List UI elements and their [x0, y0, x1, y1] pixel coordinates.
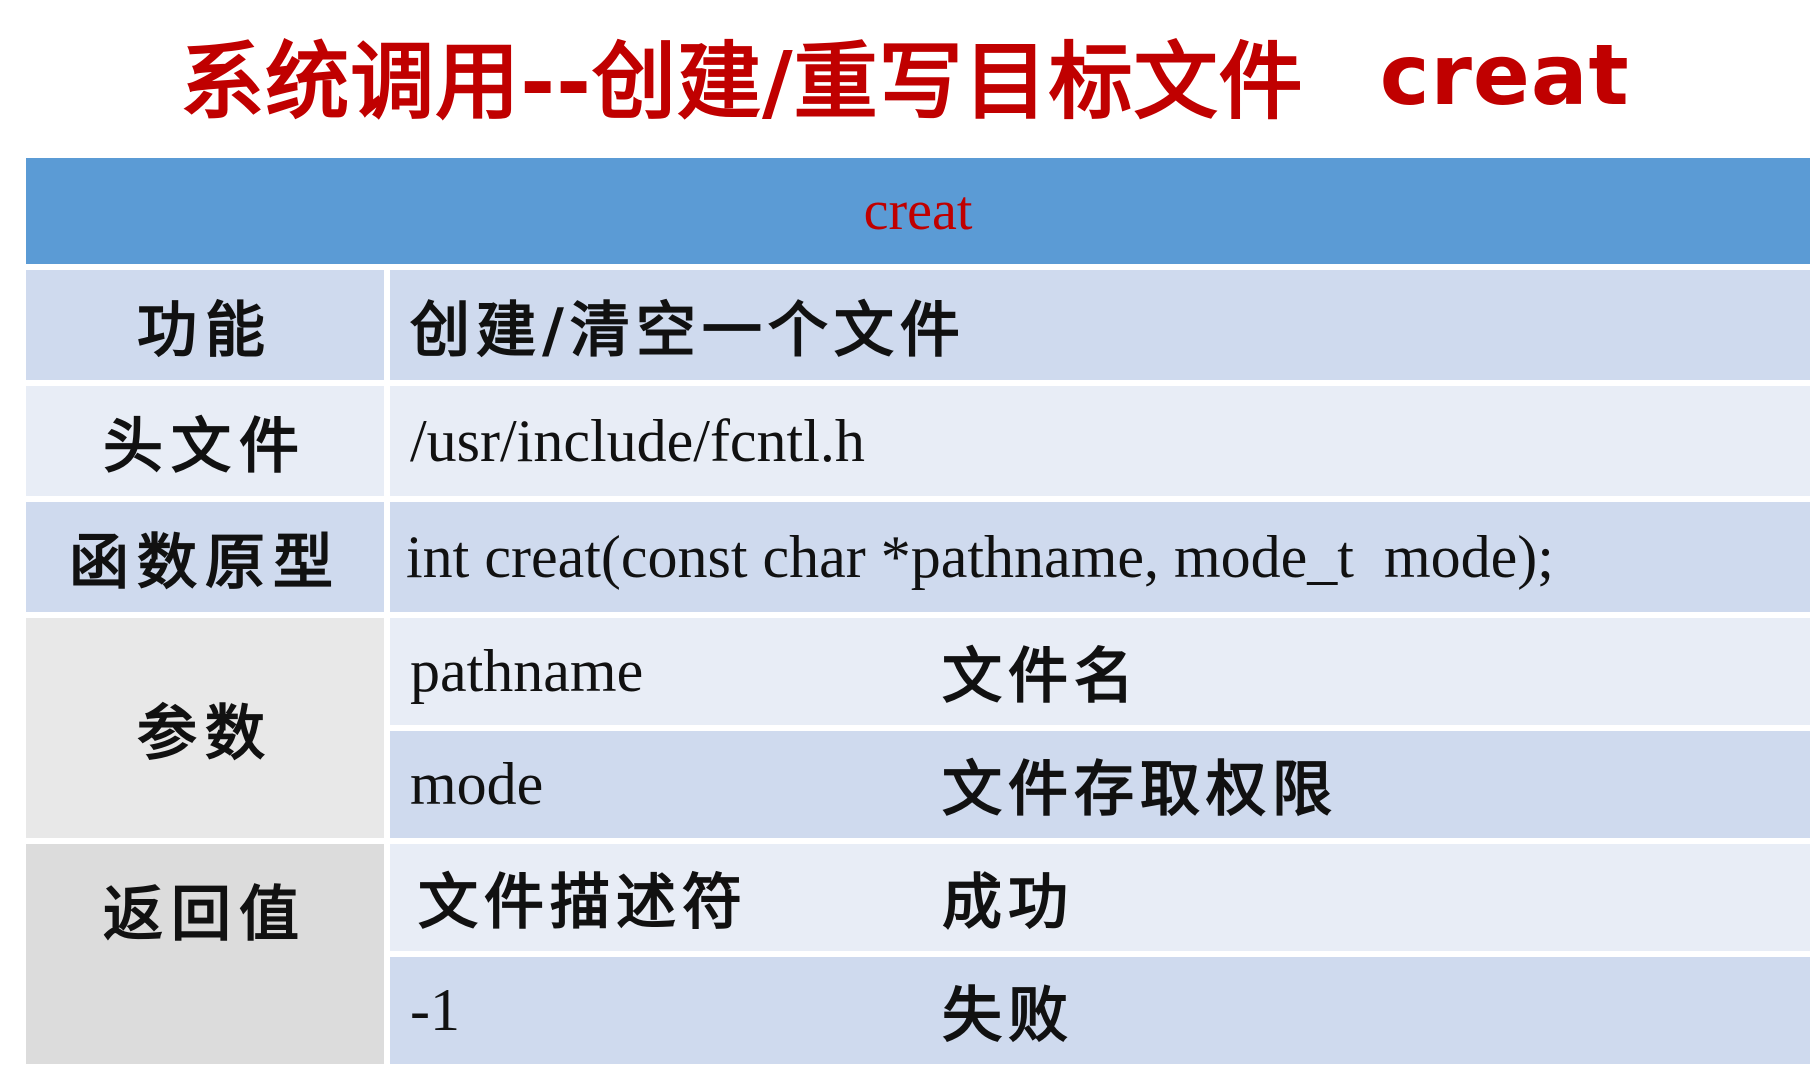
table-row-header-file: 头文件 /usr/include/fcntl.h — [26, 386, 1810, 496]
return-meaning: 成功 — [942, 868, 1074, 938]
return-value: 文件描述符 — [418, 868, 748, 938]
table-header: creat — [26, 158, 1810, 264]
return-value: -1 — [410, 977, 460, 1043]
param-row: pathname 文件名 — [390, 618, 1810, 725]
title-func: creat — [1379, 26, 1630, 124]
title-main: 系统调用--创建/重写目标文件 — [180, 32, 1304, 131]
creat-table: creat 功能 创建/清空一个文件 头文件 /usr/include/fcnt… — [26, 158, 1810, 1064]
param-name: pathname — [410, 638, 644, 704]
returns-group: 返回值 文件描述符 成功 -1 失败 — [26, 844, 1810, 1064]
row-label-function: 功能 — [26, 270, 384, 380]
param-row: mode 文件存取权限 — [390, 731, 1810, 838]
row-value-function: 创建/清空一个文件 — [390, 270, 1810, 380]
row-label-header-file: 头文件 — [26, 386, 384, 496]
row-value-header-file: /usr/include/fcntl.h — [390, 386, 1810, 496]
return-meaning: 失败 — [942, 981, 1074, 1051]
row-value-prototype: int creat(const char *pathname, mode_t m… — [390, 502, 1810, 612]
return-row: 文件描述符 成功 — [390, 844, 1810, 951]
returns-label: 返回值 — [26, 844, 384, 1064]
table-row-function: 功能 创建/清空一个文件 — [26, 270, 1810, 380]
table-row-prototype: 函数原型 int creat(const char *pathname, mod… — [26, 502, 1810, 612]
param-desc: 文件名 — [942, 642, 1140, 712]
row-label-prototype: 函数原型 — [26, 502, 384, 612]
param-desc: 文件存取权限 — [942, 755, 1338, 825]
param-name: mode — [410, 751, 544, 817]
params-group: 参数 pathname 文件名 mode 文件存取权限 — [26, 618, 1810, 838]
params-label: 参数 — [26, 618, 384, 838]
return-row: -1 失败 — [390, 957, 1810, 1064]
slide-title: 系统调用--创建/重写目标文件 creat — [0, 0, 1810, 150]
